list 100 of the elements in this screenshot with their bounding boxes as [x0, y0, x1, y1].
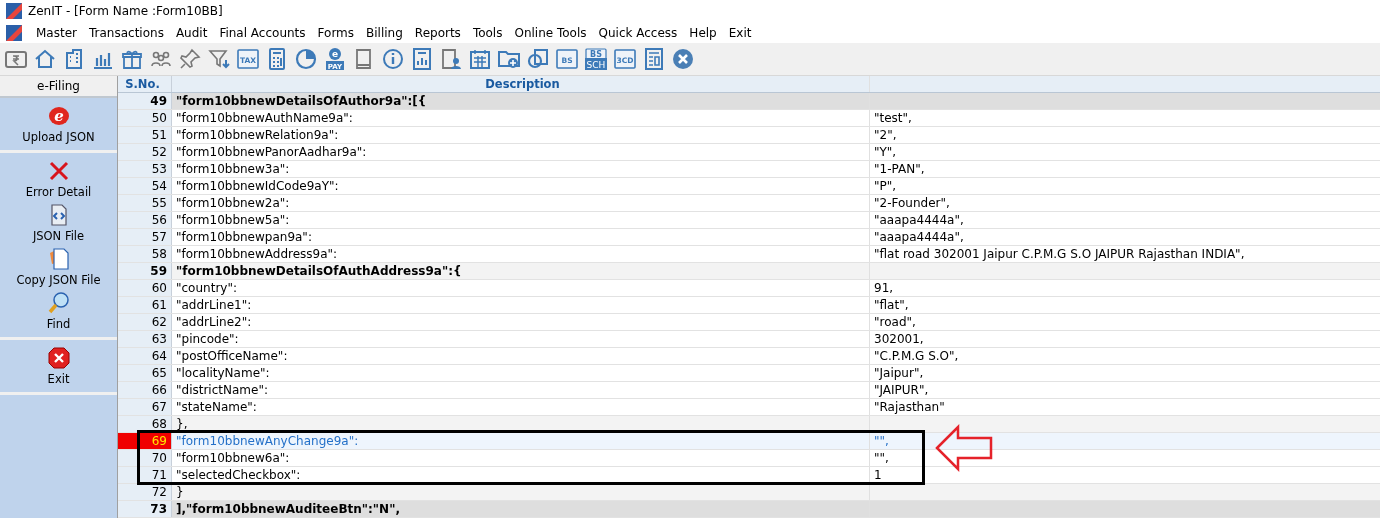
table-row[interactable]: 60 "country": 91, [118, 280, 1380, 297]
window-title: ZenIT - [Form Name :Form10BB] [28, 4, 223, 18]
table-cell-text: "aaapa4444a", [873, 229, 965, 245]
table-cell-text: "Rajasthan" [873, 399, 946, 415]
sheet-icon[interactable] [642, 47, 666, 71]
table-cell: "selectedCheckbox": [172, 467, 870, 483]
home-icon[interactable] [33, 47, 57, 71]
table-row[interactable]: 49 "form10bbnewDetailsOfAuthor9a":[{ [118, 93, 1380, 110]
table-cell-text: "", [873, 433, 890, 449]
table-row[interactable]: 69 "form10bbnewAnyChange9a": "", [118, 433, 1380, 450]
row-number: 66 [118, 382, 172, 398]
row-number: 57 [118, 229, 172, 245]
table-cell: "form10bbnewAnyChange9a": [172, 433, 870, 449]
e-logo-icon: e [46, 104, 71, 128]
menu-item[interactable]: Audit [169, 25, 214, 40]
menu-item[interactable]: Quick Access [592, 25, 684, 40]
table-cell: "localityName": [172, 365, 870, 381]
table-row[interactable]: 53 "form10bbnew3a": "1-PAN", [118, 161, 1380, 178]
table-cell-text: "Y", [873, 144, 898, 160]
row-number: 51 [118, 127, 172, 143]
menu-item[interactable]: Help [683, 25, 723, 40]
table-cell-text: "Jaipur", [873, 365, 925, 381]
table-row[interactable]: 59 "form10bbnewDetailsOfAuthAddress9a":{ [118, 263, 1380, 280]
row-number: 60 [118, 280, 172, 296]
table-cell: "pincode": [172, 331, 870, 347]
close-icon[interactable] [671, 47, 695, 71]
app-logo-icon [6, 3, 22, 19]
json-file-button[interactable]: JSON File [0, 201, 117, 245]
table-row[interactable]: 52 "form10bbnewPanorAadhar9a": "Y", [118, 144, 1380, 161]
row-number: 63 [118, 331, 172, 347]
table-row[interactable]: 70 "form10bbnew6a": "", [118, 450, 1380, 467]
error-detail-button[interactable]: Error Detail [0, 157, 117, 201]
table-row[interactable]: 64 "postOfficeName": "C.P.M.G S.O", [118, 348, 1380, 365]
table-cell-text: "flat road 302001 Jaipur C.P.M.G S.O JAIPUR Rajasthan INDIA", [873, 246, 1246, 262]
menu-item[interactable]: Billing [360, 25, 409, 40]
label-icon[interactable]: BS SCH [584, 47, 608, 71]
row-number: 64 [118, 348, 172, 364]
row-number: 59 [118, 263, 172, 279]
table-row[interactable]: 62 "addrLine2": "road", [118, 314, 1380, 331]
row-number: 52 [118, 144, 172, 160]
table-cell-text: "", [873, 450, 890, 466]
table-cell-text: "aaapa4444a", [873, 212, 965, 228]
table-cell-text: 91, [873, 280, 895, 296]
column-header[interactable]: Description [172, 76, 870, 92]
calendar-icon[interactable] [468, 47, 492, 71]
annotation-arrow [934, 424, 994, 472]
menu-item[interactable]: Forms [311, 25, 361, 40]
row-number: 58 [118, 246, 172, 262]
row-number: 54 [118, 178, 172, 194]
menu-item[interactable]: Final Accounts [213, 25, 312, 40]
row-number: 67 [118, 399, 172, 415]
row-number: 72 [118, 484, 172, 500]
menu-item[interactable]: Online Tools [508, 25, 593, 40]
table-row[interactable]: 65 "localityName": "Jaipur", [118, 365, 1380, 382]
table-cell: "form10bbnew3a": [172, 161, 870, 177]
table-row[interactable]: 63 "pincode": 302001, [118, 331, 1380, 348]
table-row[interactable]: 51 "form10bbnewRelation9a": "2", [118, 127, 1380, 144]
menu-item[interactable]: Transactions [83, 25, 170, 40]
table-cell-text: "2-Founder", [873, 195, 951, 211]
table-row[interactable]: 57 "form10bbnewpan9a": "aaapa4444a", [118, 229, 1380, 246]
table-cell-text: "road", [873, 314, 917, 330]
table-cell: "addrLine1": [172, 297, 870, 313]
info-icon[interactable] [381, 47, 405, 71]
table-row[interactable]: 56 "form10bbnew5a": "aaapa4444a", [118, 212, 1380, 229]
row-number: 61 [118, 297, 172, 313]
menu-item[interactable]: Master [30, 25, 83, 40]
row-number: 71 [118, 467, 172, 483]
table-row[interactable]: 54 "form10bbnewIdCode9aY": "P", [118, 178, 1380, 195]
menu-item[interactable]: Reports [408, 25, 467, 40]
find-button[interactable]: Find [0, 289, 117, 333]
table-row[interactable]: 72 } [118, 484, 1380, 501]
table-row[interactable]: 73 ],"form10bbnewAuditeeBtn":"N", [118, 501, 1380, 518]
row-number: 53 [118, 161, 172, 177]
menu-item[interactable]: Exit [722, 25, 758, 40]
row-number: 70 [118, 450, 172, 466]
table-cell: "country": [172, 280, 870, 296]
row-number: 55 [118, 195, 172, 211]
pie-chart-icon[interactable] [294, 47, 318, 71]
menu-item[interactable]: Tools [466, 25, 509, 40]
pin-icon[interactable] [178, 47, 202, 71]
table-cell-text: "1-PAN", [873, 161, 926, 177]
table-cell-text: "flat", [873, 297, 910, 313]
app-logo-icon[interactable] [6, 24, 22, 41]
row-number: 50 [118, 110, 172, 126]
table-row[interactable]: 61 "addrLine1": "flat", [118, 297, 1380, 314]
copy-json-button[interactable]: Copy JSON File [0, 245, 117, 289]
table-row[interactable]: 66 "districtName": "JAIPUR", [118, 382, 1380, 399]
circle-icon[interactable] [526, 47, 550, 71]
report-icon[interactable] [410, 47, 434, 71]
table-cell: "form10bbnewRelation9a": [172, 127, 870, 143]
table-row[interactable]: 55 "form10bbnew2a": "2-Founder", [118, 195, 1380, 212]
magnifier-icon [46, 291, 71, 315]
filter-icon[interactable] [207, 47, 231, 71]
table-cell-text: "C.P.M.G S.O", [873, 348, 960, 364]
table-row[interactable]: 50 "form10bbnewAuthName9a": "test", [118, 110, 1380, 127]
user-card-icon[interactable] [439, 47, 463, 71]
table-cell: "form10bbnewDetailsOfAuthor9a":[{ [172, 93, 870, 109]
row-number: 62 [118, 314, 172, 330]
table-cell: "districtName": [172, 382, 870, 398]
table-cell: "form10bbnewAddress9a": [172, 246, 870, 262]
